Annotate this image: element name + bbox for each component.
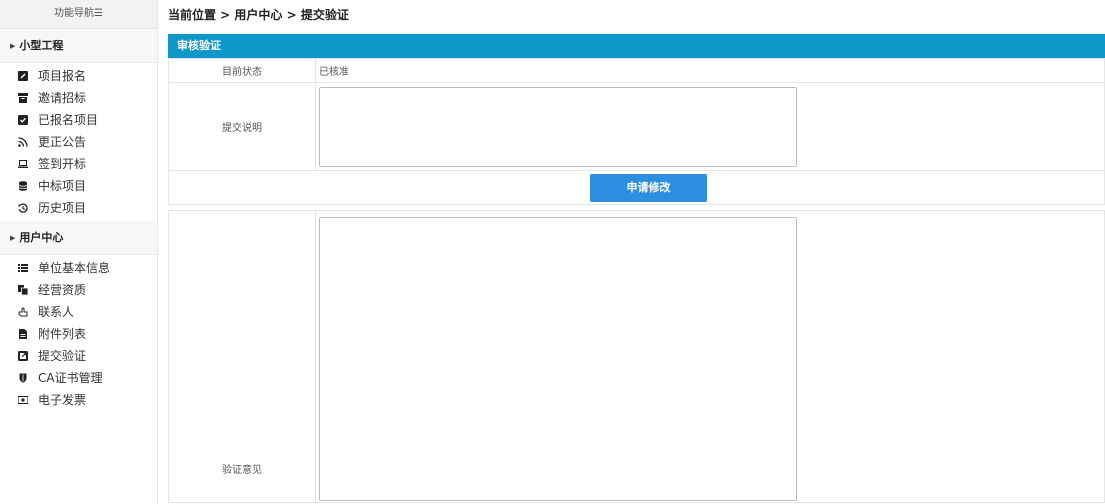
sidebar-item-label: 中标项目 — [38, 179, 87, 193]
status-row: 目前状态 已核准 — [168, 58, 1105, 83]
sidebar-item-attachments[interactable]: 附件列表 — [0, 323, 157, 345]
sidebar-item-label: 已报名项目 — [38, 113, 99, 127]
opinion-row: 验证意见 — [168, 210, 1105, 503]
hand-point-icon — [18, 307, 28, 317]
sidebar-item-registered-projects[interactable]: 已报名项目 — [0, 109, 157, 131]
sidebar-item-label: 更正公告 — [38, 135, 87, 149]
sidebar-item-label: 签到开标 — [38, 157, 87, 171]
rss-icon — [18, 137, 28, 147]
sidebar-item-correction-notice[interactable]: 更正公告 — [0, 131, 157, 153]
opinion-label: 验证意见 — [168, 210, 316, 503]
sidebar: 功能导航☰ ▶ 小型工程 项目报名 邀请招标 已报名项目 更正公告 签到开标 中标… — [0, 0, 158, 504]
archive-icon — [18, 93, 28, 103]
sidebar-item-company-info[interactable]: 单位基本信息 — [0, 257, 157, 279]
laptop-icon — [18, 160, 28, 168]
verification-form-bottom: 验证意见 — [168, 210, 1105, 503]
opinion-textarea[interactable] — [319, 217, 797, 501]
sidebar-header[interactable]: 功能导航☰ — [0, 0, 157, 29]
sidebar-item-label: 联系人 — [38, 305, 75, 319]
sidebar-item-invite-bid[interactable]: 邀请招标 — [0, 87, 157, 109]
panel-title: 审核验证 — [168, 34, 1105, 58]
sidebar-group-user-center[interactable]: ▶ 用户中心 — [0, 221, 157, 255]
edit-icon — [18, 71, 28, 81]
sidebar-list-small-project: 项目报名 邀请招标 已报名项目 更正公告 签到开标 中标项目 历史项目 — [0, 63, 157, 221]
sidebar-item-e-invoice[interactable]: 电子发票 — [0, 389, 157, 411]
sidebar-group-label: 用户中心 — [19, 231, 64, 244]
status-label: 目前状态 — [168, 58, 316, 83]
button-row: 申请修改 — [168, 170, 1105, 205]
history-icon — [18, 203, 28, 213]
sidebar-group-label: 小型工程 — [19, 39, 64, 52]
sidebar-item-label: 经营资质 — [38, 283, 87, 297]
breadcrumb: 当前位置 > 用户中心 > 提交验证 — [168, 8, 349, 22]
main-content: 当前位置 > 用户中心 > 提交验证 审核验证 目前状态 已核准 提交说明 申请… — [168, 0, 1105, 504]
sidebar-list-user-center: 单位基本信息 经营资质 联系人 附件列表 提交验证 CA证书管理 电子发票 — [0, 255, 157, 413]
sidebar-item-signin-opening[interactable]: 签到开标 — [0, 153, 157, 175]
sidebar-item-label: 电子发票 — [38, 393, 87, 407]
sidebar-item-label: 项目报名 — [38, 69, 87, 83]
apply-modify-button[interactable]: 申请修改 — [590, 173, 707, 202]
list-icon — [18, 264, 28, 272]
description-row: 提交说明 — [168, 82, 1105, 171]
copy-icon — [18, 285, 28, 295]
description-label: 提交说明 — [168, 82, 316, 171]
money-icon — [18, 396, 28, 404]
external-link-icon — [18, 351, 28, 361]
shield-icon — [19, 373, 27, 383]
status-value: 已核准 — [315, 58, 1105, 83]
database-icon — [18, 181, 28, 191]
sidebar-group-small-project[interactable]: ▶ 小型工程 — [0, 29, 157, 63]
caret-right-icon: ▶ — [10, 234, 16, 242]
sidebar-item-label: 历史项目 — [38, 201, 87, 215]
sidebar-item-qualification[interactable]: 经营资质 — [0, 279, 157, 301]
verification-form-top: 目前状态 已核准 提交说明 申请修改 — [168, 58, 1105, 205]
check-square-icon — [18, 115, 28, 125]
sidebar-item-won-projects[interactable]: 中标项目 — [0, 175, 157, 197]
caret-right-icon: ▶ — [10, 42, 16, 50]
sidebar-item-project-signup[interactable]: 项目报名 — [0, 65, 157, 87]
sidebar-item-contacts[interactable]: 联系人 — [0, 301, 157, 323]
description-textarea[interactable] — [319, 86, 797, 167]
sidebar-item-label: 单位基本信息 — [38, 261, 111, 275]
sidebar-item-history-projects[interactable]: 历史项目 — [0, 197, 157, 219]
file-icon — [19, 329, 27, 339]
sidebar-item-ca-certificate[interactable]: CA证书管理 — [0, 367, 157, 389]
sidebar-item-label: CA证书管理 — [38, 371, 103, 385]
sidebar-item-submit-verification[interactable]: 提交验证 — [0, 345, 157, 367]
sidebar-item-label: 附件列表 — [38, 327, 87, 341]
sidebar-item-label: 提交验证 — [38, 349, 87, 363]
sidebar-item-label: 邀请招标 — [38, 91, 87, 105]
